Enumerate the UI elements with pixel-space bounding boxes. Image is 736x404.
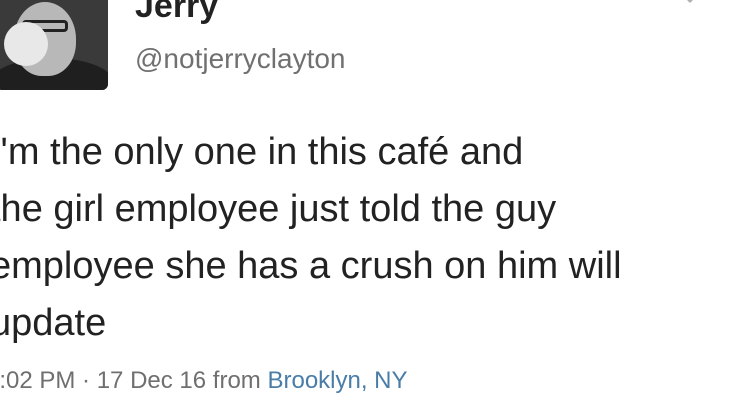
tweet-timestamp[interactable]: 7:02 PM · 17 Dec 16 bbox=[0, 367, 206, 394]
from-label: from bbox=[212, 367, 261, 394]
tweet-text: I'm the only one in this café and the gi… bbox=[0, 131, 622, 344]
avatar-hand bbox=[4, 22, 48, 66]
location-link[interactable]: Brooklyn, NY bbox=[267, 367, 407, 394]
user-handle[interactable]: @notjerryclayton bbox=[135, 42, 346, 76]
avatar[interactable] bbox=[0, 0, 108, 90]
chevron-down-icon[interactable] bbox=[678, 0, 702, 8]
display-name[interactable]: Jerry bbox=[135, 0, 218, 26]
tweet-metadata: 7:02 PM · 17 Dec 16 from Brooklyn, NY bbox=[0, 366, 408, 396]
